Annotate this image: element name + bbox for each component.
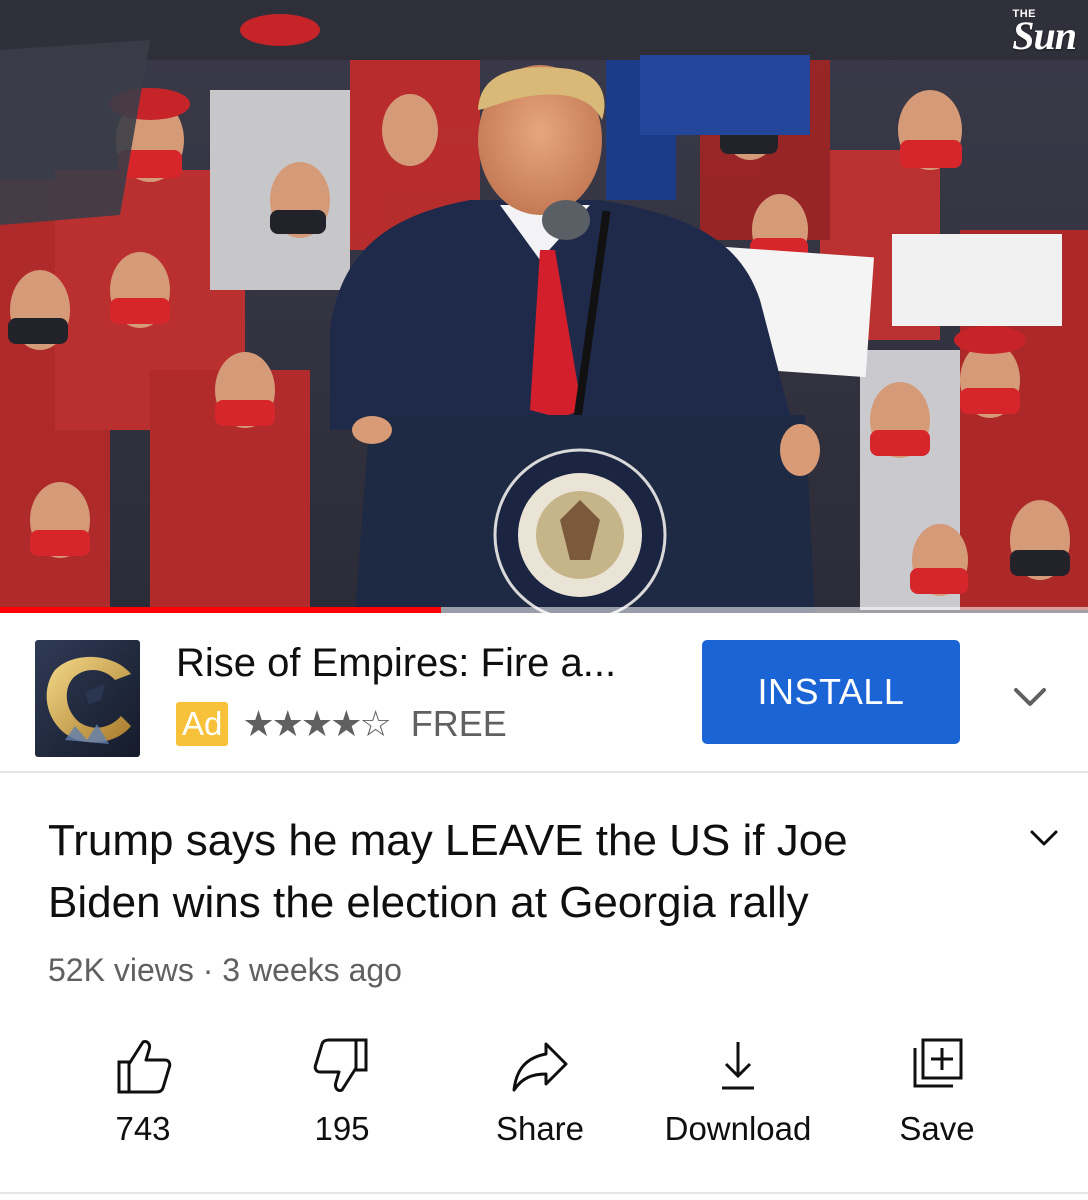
install-button[interactable]: INSTALL xyxy=(702,640,960,744)
video-view-info: 52K views · 3 weeks ago xyxy=(48,952,402,988)
download-button[interactable]: Download xyxy=(648,1030,828,1160)
share-button[interactable]: Share xyxy=(450,1030,630,1160)
dislike-count: 195 xyxy=(314,1110,370,1147)
like-button[interactable]: 743 xyxy=(53,1030,233,1160)
ad-app-icon[interactable] xyxy=(35,640,140,757)
chevron-down-icon[interactable] xyxy=(1008,675,1052,719)
video-title[interactable]: Trump says he may LEAVE the US if Joe Bi… xyxy=(48,810,948,934)
save-button[interactable]: Save xyxy=(847,1030,1027,1160)
divider xyxy=(0,1192,1088,1194)
logo-sun-text: Sun xyxy=(1012,13,1077,58)
download-label: Download xyxy=(664,1110,812,1147)
download-icon xyxy=(722,1042,754,1090)
ad-badge: Ad xyxy=(176,702,229,746)
share-icon xyxy=(512,1042,568,1092)
ad-rating-stars: ★★★★☆ xyxy=(242,703,391,744)
save-to-playlist-icon xyxy=(913,1038,963,1088)
save-label: Save xyxy=(899,1110,975,1147)
ad-price: FREE xyxy=(410,703,507,744)
dislike-button[interactable]: 195 xyxy=(252,1030,432,1160)
action-bar: 743 195 Share Download Save xyxy=(0,1030,1088,1160)
like-count: 743 xyxy=(115,1110,171,1147)
channel-watermark-logo: THE Sun xyxy=(956,8,1077,58)
ad-title[interactable]: Rise of Empires: Fire a... xyxy=(176,641,676,686)
video-player[interactable]: THE Sun xyxy=(0,0,1088,613)
video-frame xyxy=(0,0,1088,613)
chevron-down-icon[interactable] xyxy=(1024,818,1064,858)
thumbs-down-icon xyxy=(313,1038,368,1092)
thumbs-up-icon xyxy=(117,1040,172,1094)
share-label: Share xyxy=(495,1110,585,1147)
ad-banner[interactable]: Rise of Empires: Fire a... Ad ★★★★☆ FREE… xyxy=(0,613,1088,773)
ad-meta: Ad ★★★★☆ FREE xyxy=(176,701,507,747)
